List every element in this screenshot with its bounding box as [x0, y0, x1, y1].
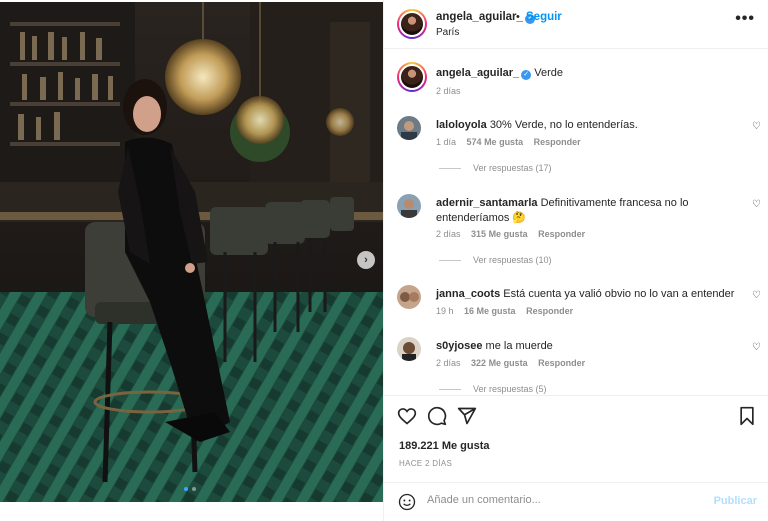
view-replies-button[interactable]: Ver respuestas (17)	[439, 163, 552, 173]
header-username-text[interactable]: angela_aguilar_	[436, 11, 523, 23]
comment-username[interactable]: s0yjosee	[436, 340, 482, 352]
comment-meta: 19 h 16 Me gusta Responder	[436, 306, 581, 316]
view-replies-text[interactable]: Ver respuestas (17)	[473, 163, 552, 173]
next-photo-button[interactable]: ›	[357, 251, 375, 269]
publish-button[interactable]: Publicar	[714, 495, 757, 507]
avatar[interactable]	[397, 116, 421, 140]
caption: angela_aguilar_ ✓ Verde	[436, 67, 563, 80]
comment-time: 2 días	[436, 358, 461, 368]
carousel-dot	[192, 487, 196, 491]
comment-text: janna_coots Está cuenta ya valió obvio n…	[436, 287, 736, 302]
chevron-right-icon: ›	[364, 254, 368, 266]
comment-text: adernir_santamarla Definitivamente franc…	[436, 196, 736, 226]
comment-time: 19 h	[436, 306, 454, 316]
reply-button[interactable]: Responder	[534, 137, 581, 147]
comment-meta: 2 días 322 Me gusta Responder	[436, 358, 593, 368]
like-comment-heart-icon[interactable]: ♡	[752, 199, 761, 210]
comment-time: 2 días	[436, 229, 461, 239]
avatar[interactable]	[397, 9, 427, 39]
comment-body: Está cuenta ya valió obvio no lo van a e…	[503, 288, 735, 300]
carousel-dot-active	[184, 487, 188, 491]
comment-input[interactable]	[427, 494, 687, 506]
comment-username[interactable]: adernir_santamarla	[436, 197, 538, 209]
view-replies-text[interactable]: Ver respuestas (5)	[473, 384, 547, 394]
share-icon[interactable]	[457, 406, 477, 426]
comment-username[interactable]: laloloyola	[436, 119, 487, 131]
comment-likes[interactable]: 574 Me gusta	[467, 137, 524, 147]
reply-button[interactable]: Responder	[526, 306, 573, 316]
header-separator: •	[516, 11, 520, 23]
view-replies-text[interactable]: Ver respuestas (10)	[473, 255, 552, 265]
comment-likes[interactable]: 16 Me gusta	[464, 306, 516, 316]
comment-icon[interactable]	[427, 406, 447, 426]
likes-count[interactable]: 189.221 Me gusta	[399, 440, 490, 452]
bar-scene-image	[0, 2, 383, 502]
header-username[interactable]: angela_aguilar_ ✓	[436, 11, 535, 24]
caption-avatar[interactable]	[397, 62, 427, 92]
comments-list[interactable]: angela_aguilar_ ✓ Verde 2 días laloloyola…	[384, 50, 768, 395]
carousel-indicator	[184, 487, 196, 491]
caption-username[interactable]: angela_aguilar_	[436, 67, 519, 79]
comment-body: me la muerde	[485, 340, 553, 352]
comment-meta: 2 días 315 Me gusta Responder	[436, 229, 593, 239]
reply-button[interactable]: Responder	[538, 358, 585, 368]
add-comment-bar: Publicar	[384, 482, 768, 521]
caption-text: Verde	[534, 67, 563, 79]
like-comment-heart-icon[interactable]: ♡	[752, 342, 761, 353]
comment-time: 1 día	[436, 137, 457, 147]
post-date: HACE 2 DÍAS	[399, 459, 453, 468]
comment-text: laloloyola 30% Verde, no lo entenderías.	[436, 118, 736, 133]
emoji-icon[interactable]	[398, 493, 416, 511]
avatar[interactable]	[397, 285, 421, 309]
post-header: angela_aguilar_ ✓ • Seguir París •••	[384, 0, 768, 49]
reply-button[interactable]: Responder	[538, 229, 585, 239]
post-details-panel: angela_aguilar_ ✓ • Seguir París ••• ange…	[383, 0, 768, 521]
location-link[interactable]: París	[436, 27, 459, 38]
like-comment-heart-icon[interactable]: ♡	[752, 121, 761, 132]
post-photo[interactable]: ›	[0, 2, 383, 502]
comment-text: s0yjosee me la muerde	[436, 339, 736, 354]
avatar[interactable]	[397, 337, 421, 361]
comment-meta: 1 día 574 Me gusta Responder	[436, 137, 589, 147]
comment-body: 30% Verde, no lo entenderías.	[489, 119, 638, 131]
action-bar	[384, 395, 768, 435]
bookmark-icon[interactable]	[737, 406, 757, 426]
view-replies-button[interactable]: Ver respuestas (5)	[439, 384, 547, 394]
comment-likes[interactable]: 315 Me gusta	[471, 229, 528, 239]
comment-likes[interactable]: 322 Me gusta	[471, 358, 528, 368]
more-options-icon[interactable]: •••	[735, 11, 755, 27]
instagram-post: › angela_aguilar_ ✓ • Seguir París ••• an…	[0, 0, 768, 521]
view-replies-button[interactable]: Ver respuestas (10)	[439, 255, 552, 265]
avatar[interactable]	[397, 194, 421, 218]
caption-time: 2 días	[436, 86, 461, 96]
heart-icon[interactable]	[397, 406, 417, 426]
like-comment-heart-icon[interactable]: ♡	[752, 290, 761, 301]
comment-username[interactable]: janna_coots	[436, 288, 500, 300]
follow-button[interactable]: Seguir	[526, 11, 562, 23]
verified-badge-icon: ✓	[521, 70, 532, 80]
